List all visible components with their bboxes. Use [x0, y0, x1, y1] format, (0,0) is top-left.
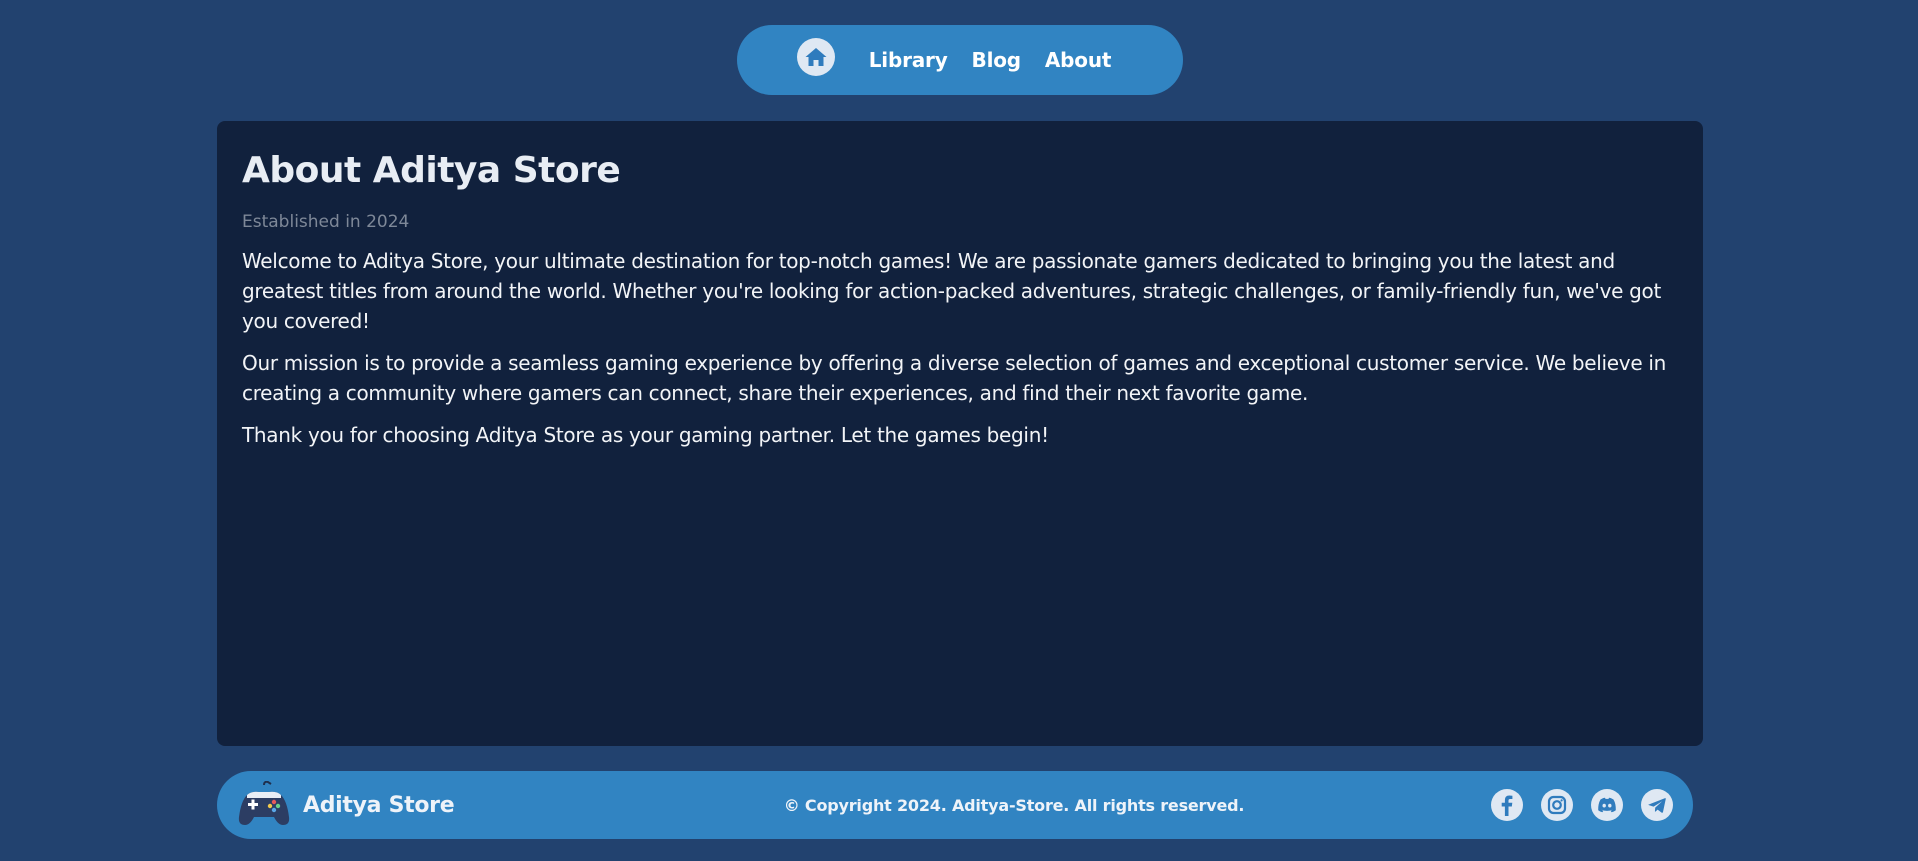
discord-link[interactable] — [1591, 789, 1623, 821]
nav-link-library[interactable]: Library — [869, 48, 948, 72]
top-nav: Library Blog About — [737, 25, 1183, 95]
page: Library Blog About About Aditya Store Es… — [0, 0, 1918, 861]
facebook-link[interactable] — [1491, 789, 1523, 821]
page-title: About Aditya Store — [242, 150, 621, 191]
telegram-link[interactable] — [1641, 789, 1673, 821]
nav-link-about[interactable]: About — [1045, 48, 1112, 72]
footer-brand-name: Aditya Store — [303, 792, 455, 818]
telegram-icon — [1648, 798, 1666, 813]
footer-brand[interactable]: Aditya Store — [237, 781, 617, 829]
gamepad-icon — [238, 781, 290, 825]
discord-icon — [1598, 797, 1616, 813]
nav-link-blog[interactable]: Blog — [972, 48, 1022, 72]
instagram-link[interactable] — [1541, 789, 1573, 821]
established-label: Established in 2024 — [242, 212, 410, 233]
home-icon — [805, 48, 827, 66]
footer: Aditya Store © Copyright 2024. Aditya-St… — [217, 771, 1693, 839]
about-paragraph-1: Welcome to Aditya Store, your ultimate d… — [242, 249, 1662, 334]
home-button[interactable] — [796, 38, 835, 76]
about-paragraph-3: Thank you for choosing Aditya Store as y… — [242, 423, 1049, 448]
copyright-text: © Copyright 2024. Aditya-Store. All righ… — [783, 795, 1245, 815]
instagram-icon — [1547, 795, 1567, 815]
facebook-icon — [1501, 795, 1513, 816]
about-paragraph-2: Our mission is to provide a seamless gam… — [242, 351, 1667, 406]
about-card: About Aditya Store Established in 2024 W… — [217, 121, 1703, 746]
social-links — [1491, 789, 1673, 821]
